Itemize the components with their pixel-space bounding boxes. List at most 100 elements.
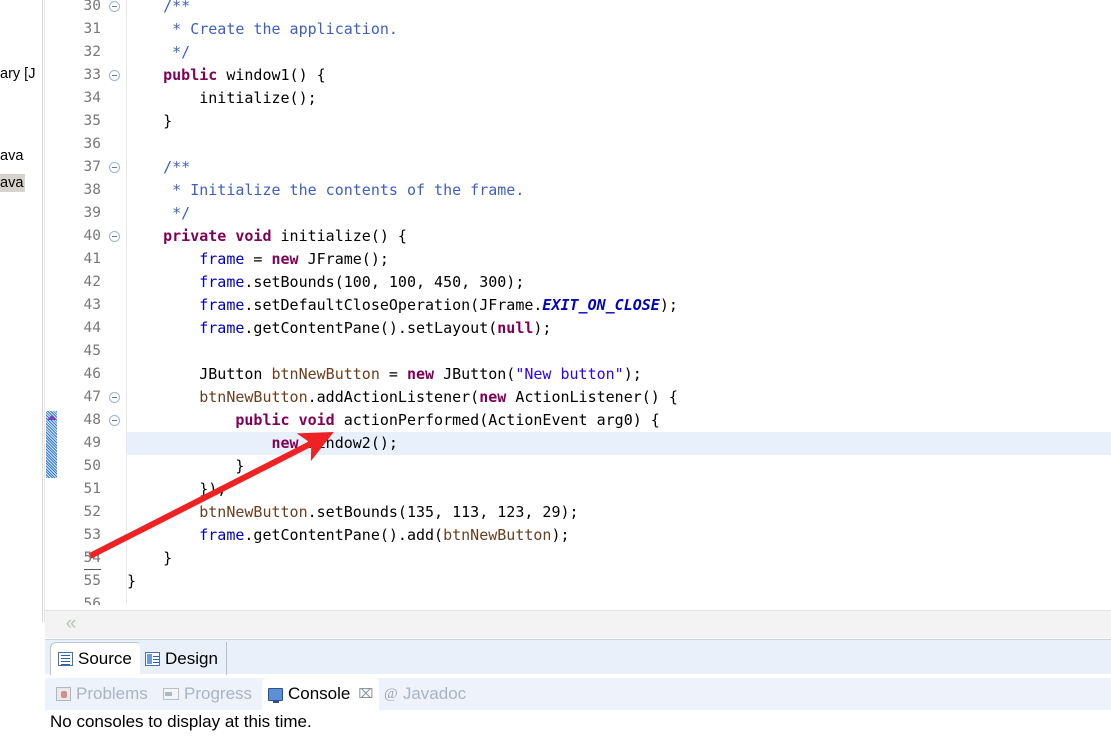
code-token: .setDefaultCloseOperation(JFrame.	[244, 296, 543, 314]
code-line[interactable]: btnNewButton.setBounds(135, 113, 123, 29…	[127, 501, 578, 524]
code-token: */	[127, 43, 191, 61]
code-line[interactable]: frame = new JFrame();	[127, 248, 389, 271]
line-number: 51	[83, 481, 101, 497]
code-line[interactable]: frame.setBounds(100, 100, 450, 300);	[127, 271, 524, 294]
fold-collapse-icon[interactable]	[109, 70, 120, 81]
code-line[interactable]: frame.setDefaultCloseOperation(JFrame.EX…	[127, 294, 678, 317]
code-line[interactable]: frame.getContentPane().setLayout(null);	[127, 317, 551, 340]
line-number: 52	[83, 504, 101, 520]
fold-collapse-icon[interactable]	[109, 231, 120, 242]
code-line[interactable]: public window1() {	[127, 64, 326, 87]
line-number: 54	[83, 547, 101, 570]
java-source-editor[interactable]: 30 31 32 33 34 35 36 37 38 39 40 41 42 43 44 45 46 47 48 49…	[45, 0, 1111, 610]
code-token: frame	[199, 296, 245, 314]
code-token: new	[479, 388, 507, 406]
editor-horizontal-scrollbar[interactable]	[45, 610, 1111, 638]
fold-collapse-icon[interactable]	[109, 415, 120, 426]
code-token: );	[533, 319, 552, 337]
bottom-tab-javadoc[interactable]: @ Javadoc	[378, 678, 472, 710]
bottom-tab-progress[interactable]: Progress	[157, 678, 258, 710]
bottom-tab-label: Console	[288, 684, 351, 703]
folding-ruler[interactable]	[105, 0, 127, 610]
code-token: }	[127, 112, 173, 130]
code-line[interactable]: public void actionPerformed(ActionEvent …	[127, 409, 659, 432]
sidebar-divider	[42, 0, 43, 622]
code-line[interactable]: }	[127, 570, 136, 593]
code-line[interactable]: }	[127, 455, 244, 478]
code-token: /**	[163, 0, 191, 15]
fold-collapse-icon[interactable]	[109, 162, 120, 173]
code-line[interactable]: /**	[127, 156, 190, 179]
line-number: 55	[83, 573, 101, 589]
line-number: 49	[83, 435, 101, 451]
code-line[interactable]: */	[127, 202, 190, 225]
close-icon[interactable]: ⌧	[358, 686, 373, 702]
line-number: 46	[83, 366, 101, 382]
code-token: new	[271, 250, 299, 268]
code-token: * Create the application.	[127, 20, 398, 38]
sidebar-item[interactable]: ava	[0, 148, 23, 165]
code-line[interactable]: */	[127, 41, 190, 64]
fold-collapse-icon[interactable]	[109, 392, 120, 403]
code-line[interactable]: new window2();	[127, 432, 398, 455]
package-explorer-sidebar[interactable]: ary [J ava ava	[0, 0, 42, 622]
code-token: =	[244, 250, 272, 268]
scroll-left-chevron-icon[interactable]: «	[58, 612, 84, 636]
fold-collapse-icon[interactable]	[109, 1, 120, 12]
code-token: =	[379, 365, 407, 383]
console-icon	[268, 687, 283, 703]
code-token: initialize() {	[271, 227, 407, 245]
source-design-tabbar: Source Design	[45, 639, 1111, 675]
line-number: 39	[83, 205, 101, 221]
code-token: JButton	[127, 365, 272, 383]
code-line[interactable]: * Initialize the contents of the frame.	[127, 179, 524, 202]
console-message: No consoles to display at this time.	[50, 712, 312, 731]
bottom-tab-label: Javadoc	[402, 684, 467, 703]
code-token: .getContentPane().setLayout(	[244, 319, 498, 337]
code-text-area[interactable]: /** * Create the application. */ public …	[127, 0, 1111, 610]
code-token: "New button"	[515, 365, 624, 383]
code-token: new	[271, 434, 299, 452]
code-token: private void	[163, 227, 272, 245]
code-line[interactable]: private void initialize() {	[127, 225, 407, 248]
tab-label: Source	[78, 649, 132, 668]
code-line[interactable]: });	[127, 478, 226, 501]
code-token: frame	[199, 250, 245, 268]
annotation-ruler[interactable]	[45, 0, 57, 610]
code-line[interactable]: initialize();	[127, 87, 316, 110]
tab-design[interactable]: Design	[138, 642, 227, 675]
code-token: });	[127, 480, 227, 498]
code-line[interactable]: }	[127, 547, 172, 570]
bottom-tab-label: Progress	[184, 684, 253, 703]
code-token: );	[659, 296, 678, 314]
code-token: btnNewButton	[443, 526, 552, 544]
line-number: 36	[83, 136, 101, 152]
code-token: frame	[199, 526, 245, 544]
bottom-tab-console[interactable]: Console ⌧	[262, 678, 380, 710]
sidebar-item[interactable]: ava	[0, 174, 26, 192]
code-token: btnNewButton	[199, 388, 308, 406]
line-number-ruler: 30 31 32 33 34 35 36 37 38 39 40 41 42 43 44 45 46 47 48 49…	[57, 0, 105, 610]
sidebar-item-label: ava	[0, 148, 24, 164]
eclipse-ide-window: ary [J ava ava 30 31 32 33 34 35 36 37 38 39 40 41 42 4…	[0, 0, 1111, 738]
line-number: 31	[83, 21, 101, 37]
line-number: 53	[83, 527, 101, 543]
progress-icon	[163, 688, 179, 700]
code-line[interactable]: /**	[127, 0, 190, 18]
sidebar-item[interactable]: ary [J	[0, 66, 35, 83]
source-icon	[58, 652, 73, 666]
code-line[interactable]: JButton btnNewButton = new JButton("New …	[127, 363, 642, 386]
bottom-tab-problems[interactable]: Problems	[50, 678, 154, 710]
code-line[interactable]: * Create the application.	[127, 18, 398, 41]
code-line[interactable]: }	[127, 110, 172, 133]
code-line[interactable]: btnNewButton.addActionListener(new Actio…	[127, 386, 678, 409]
tab-source[interactable]: Source	[50, 642, 140, 675]
code-token: * Initialize the contents of the frame.	[127, 181, 525, 199]
code-line[interactable]: frame.getContentPane().add(btnNewButton)…	[127, 524, 569, 547]
code-token: btnNewButton	[199, 503, 308, 521]
line-number: 48	[83, 412, 101, 428]
code-token: .addActionListener(	[307, 388, 480, 406]
